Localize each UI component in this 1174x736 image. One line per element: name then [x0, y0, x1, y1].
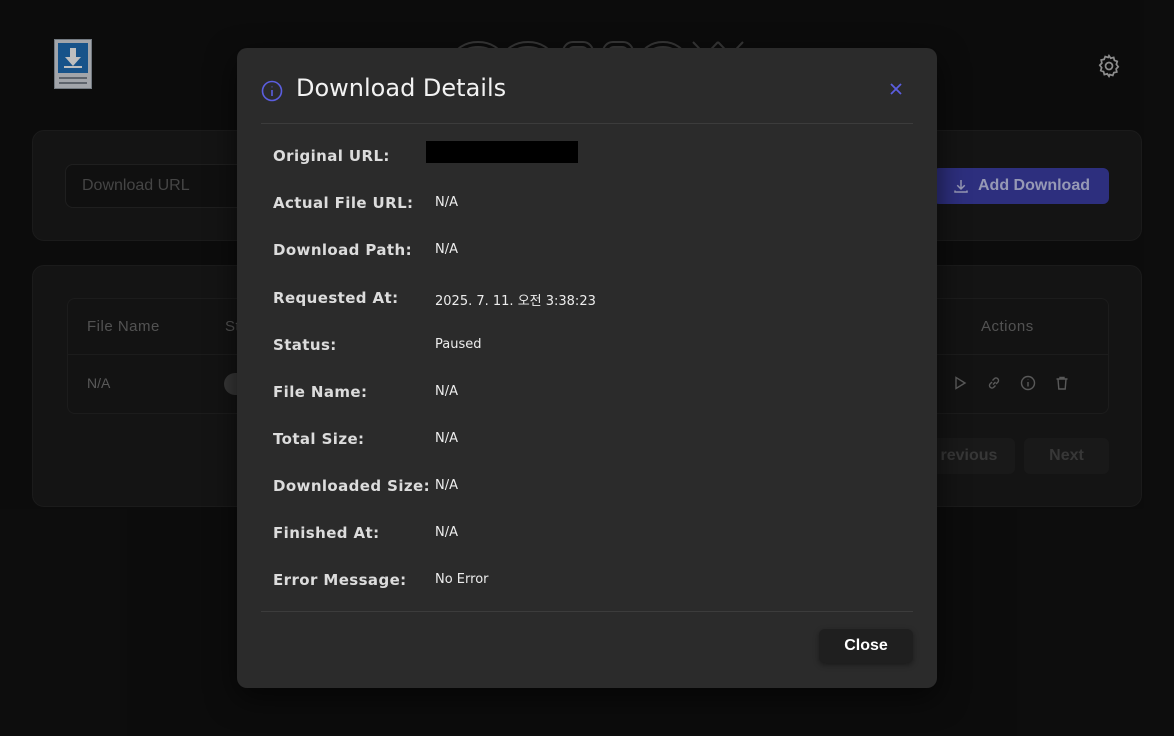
detail-label: Original URL: — [273, 147, 390, 165]
detail-download-path: Download Path: N/A — [273, 241, 893, 265]
detail-status: Status: Paused — [273, 336, 893, 360]
info-icon — [261, 80, 283, 102]
close-button-label: Close — [844, 637, 888, 654]
detail-file-name: File Name: N/A — [273, 383, 893, 407]
close-button[interactable]: Close — [819, 629, 913, 663]
detail-finished-at: Finished At: N/A — [273, 524, 893, 548]
detail-total-size: Total Size: N/A — [273, 430, 893, 454]
detail-label: Finished At: — [273, 524, 380, 542]
redacted-url — [426, 141, 578, 163]
detail-value: N/A — [435, 525, 458, 540]
detail-label: Actual File URL: — [273, 194, 414, 212]
detail-error-message: Error Message: No Error — [273, 571, 893, 595]
detail-label: Download Path: — [273, 241, 412, 259]
detail-downloaded-size: Downloaded Size: N/A — [273, 477, 893, 501]
detail-value: N/A — [435, 431, 458, 446]
detail-label: File Name: — [273, 383, 368, 401]
modal-header: Download Details — [261, 70, 913, 124]
detail-label: Error Message: — [273, 571, 407, 589]
detail-label: Requested At: — [273, 289, 399, 307]
close-icon[interactable] — [887, 80, 905, 98]
detail-label: Downloaded Size: — [273, 477, 430, 495]
detail-value: N/A — [435, 478, 458, 493]
detail-actual-file-url: Actual File URL: N/A — [273, 194, 893, 218]
detail-value: N/A — [435, 195, 458, 210]
detail-value: Paused — [435, 337, 482, 352]
detail-requested-at: Requested At: 2025. 7. 11. 오전 3:38:23 — [273, 289, 893, 313]
download-details-modal: Download Details Original URL: Actual Fi… — [237, 48, 937, 688]
modal-title: Download Details — [296, 74, 507, 102]
detail-value: N/A — [435, 384, 458, 399]
detail-value: N/A — [435, 242, 458, 257]
detail-value: 2025. 7. 11. 오전 3:38:23 — [435, 294, 596, 309]
detail-value: No Error — [435, 572, 489, 587]
modal-divider — [261, 611, 913, 612]
detail-label: Status: — [273, 336, 337, 354]
app-window: Add Download File Name St Actions N/A re… — [0, 0, 1174, 736]
detail-original-url: Original URL: — [273, 141, 893, 171]
detail-label: Total Size: — [273, 430, 365, 448]
